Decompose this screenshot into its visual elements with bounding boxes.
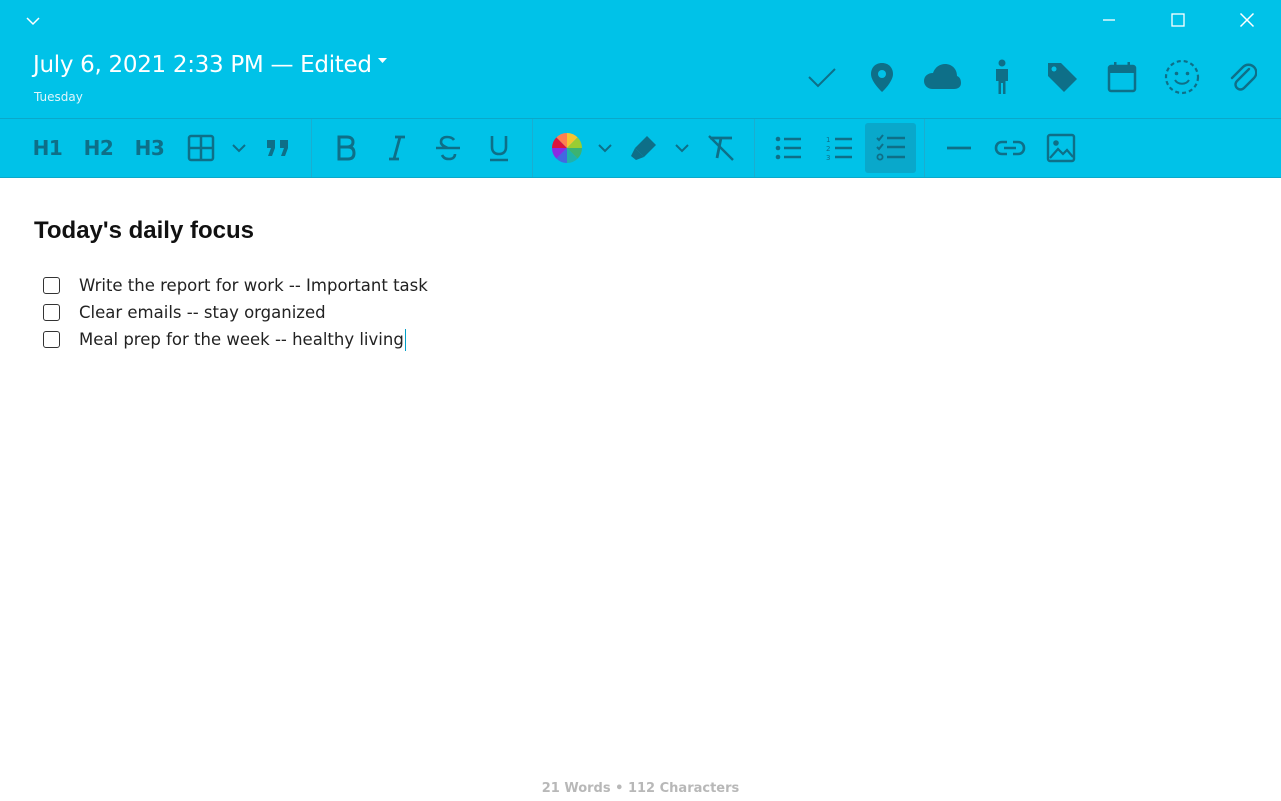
svg-text:1: 1: [826, 136, 830, 144]
toolbar-divider: [924, 119, 925, 177]
link-icon: [994, 140, 1025, 156]
bold-icon: [337, 135, 356, 161]
heading-2-button[interactable]: H2: [73, 123, 124, 173]
entry-header: July 6, 2021 2:33 PM — Edited Tuesday: [0, 0, 1281, 118]
quote-icon: [266, 140, 288, 156]
calendar-icon: [1107, 62, 1137, 93]
activity-button[interactable]: [972, 54, 1032, 100]
underline-button[interactable]: [473, 123, 524, 173]
highlight-dropdown-button[interactable]: [669, 123, 695, 173]
heading-3-label: H3: [134, 136, 165, 160]
text-color-button[interactable]: [541, 123, 592, 173]
attachment-button[interactable]: [1212, 54, 1272, 100]
text-cursor: [404, 328, 406, 351]
close-button[interactable]: [1212, 0, 1281, 40]
close-icon: [1239, 12, 1254, 28]
weather-button[interactable]: [912, 54, 972, 100]
italic-icon: [388, 135, 405, 161]
clear-format-icon: [707, 135, 734, 161]
task-checkbox[interactable]: [43, 304, 60, 321]
window-controls: [1074, 0, 1281, 40]
horizontal-rule-button[interactable]: [933, 123, 984, 173]
color-group: [541, 118, 746, 178]
minimize-icon: [1102, 19, 1115, 21]
document-title[interactable]: Today's daily focus: [34, 217, 254, 245]
toolbar-divider: [754, 119, 755, 177]
checklist-icon: [875, 134, 905, 161]
list-group: 123: [763, 118, 916, 178]
bold-button[interactable]: [320, 123, 371, 173]
bullet-list-icon: [775, 136, 801, 160]
cloud-icon: [924, 64, 961, 89]
svg-text:2: 2: [826, 145, 830, 153]
highlight-button[interactable]: [618, 123, 669, 173]
location-button[interactable]: [852, 54, 912, 100]
task-list: Write the report for work -- Important t…: [43, 272, 428, 353]
image-icon: [1046, 133, 1075, 163]
table-dropdown-button[interactable]: [226, 123, 252, 173]
color-wheel-icon: [551, 133, 582, 163]
heading-2-label: H2: [83, 136, 114, 160]
task-item: Write the report for work -- Important t…: [43, 272, 428, 299]
table-button[interactable]: [175, 123, 226, 173]
underline-icon: [489, 136, 508, 162]
task-text[interactable]: Write the report for work -- Important t…: [79, 276, 428, 295]
clear-formatting-button[interactable]: [695, 123, 746, 173]
svg-text:3: 3: [826, 154, 830, 161]
format-toolbar: H1 H2 H3 1 2 3: [0, 118, 1281, 178]
strikethrough-button[interactable]: [422, 123, 473, 173]
highlighter-icon: [630, 136, 656, 160]
word-count-status: 21 Words • 112 Characters: [541, 781, 740, 796]
numbered-list-icon: 123: [826, 136, 852, 161]
insert-link-button[interactable]: [984, 123, 1035, 173]
checklist-button[interactable]: [865, 123, 916, 173]
task-item: Meal prep for the week -- healthy living: [43, 326, 428, 353]
strikethrough-icon: [435, 135, 460, 161]
task-checkbox[interactable]: [43, 277, 60, 294]
heading-3-button[interactable]: H3: [124, 123, 175, 173]
chevron-down-icon: [598, 144, 612, 153]
insert-group: [933, 118, 1086, 178]
editor-area[interactable]: Today's daily focus Write the report for…: [0, 179, 1281, 801]
heading-1-label: H1: [32, 136, 63, 160]
chevron-down-icon[interactable]: [24, 12, 42, 30]
numbered-list-button[interactable]: 123: [814, 123, 865, 173]
entry-day: Tuesday: [34, 90, 83, 104]
entry-date-title[interactable]: July 6, 2021 2:33 PM — Edited: [33, 52, 372, 78]
italic-button[interactable]: [371, 123, 422, 173]
table-icon: [187, 134, 214, 162]
calendar-button[interactable]: [1092, 54, 1152, 100]
heading-group: H1 H2 H3: [22, 118, 303, 178]
text-color-dropdown-button[interactable]: [592, 123, 618, 173]
chevron-down-icon: [675, 144, 689, 153]
paperclip-icon: [1230, 63, 1257, 91]
task-text[interactable]: Meal prep for the week -- healthy living: [79, 330, 404, 349]
task-checkbox[interactable]: [43, 331, 60, 348]
task-item: Clear emails -- stay organized: [43, 299, 428, 326]
maximize-button[interactable]: [1143, 0, 1212, 40]
text-style-group: [320, 118, 524, 178]
minimize-button[interactable]: [1074, 0, 1143, 40]
heading-1-button[interactable]: H1: [22, 123, 73, 173]
mood-button[interactable]: [1152, 54, 1212, 100]
chevron-down-icon: [232, 144, 246, 153]
toolbar-divider: [311, 119, 312, 177]
blockquote-button[interactable]: [252, 123, 303, 173]
tag-button[interactable]: [1032, 54, 1092, 100]
person-icon: [996, 59, 1008, 94]
task-text[interactable]: Clear emails -- stay organized: [79, 303, 326, 322]
bulleted-list-button[interactable]: [763, 123, 814, 173]
maximize-icon: [1170, 13, 1185, 27]
location-pin-icon: [871, 63, 893, 92]
checkmark-icon: [808, 68, 836, 88]
caret-down-icon[interactable]: [377, 58, 387, 64]
entry-meta-toolbar: [792, 54, 1272, 100]
entry-date-row[interactable]: July 6, 2021 2:33 PM — Edited: [33, 52, 387, 78]
insert-image-button[interactable]: [1035, 123, 1086, 173]
horizontal-rule-icon: [946, 146, 971, 150]
mood-face-icon: [1164, 59, 1200, 95]
tag-icon: [1048, 63, 1077, 92]
mark-done-button[interactable]: [792, 54, 852, 100]
toolbar-divider: [532, 119, 533, 177]
